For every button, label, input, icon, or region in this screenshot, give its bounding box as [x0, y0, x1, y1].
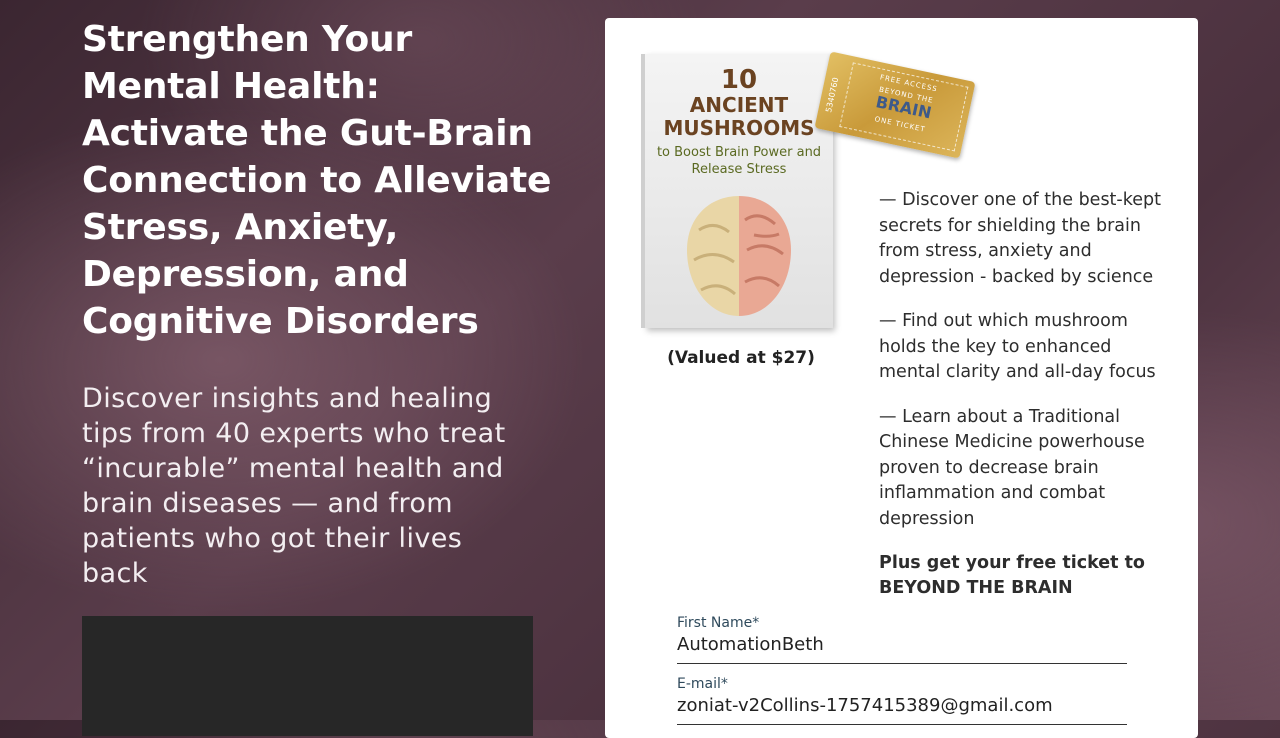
email-field: E-mail*	[677, 676, 1127, 725]
hero-section: Strengthen Your Mental Health: Activate …	[82, 16, 552, 591]
book-subtitle: to Boost Brain Power and Release Stress	[656, 145, 822, 177]
first-name-input[interactable]	[677, 631, 1127, 664]
page-headline: Strengthen Your Mental Health: Activate …	[82, 19, 552, 342]
email-input[interactable]	[677, 692, 1127, 725]
benefit-item: — Find out which mushroom holds the key …	[879, 311, 1156, 382]
bonus-ticket-text: Plus get your free ticket to BEYOND THE …	[879, 553, 1145, 598]
benefits-list: — Discover one of the best-kept secrets …	[879, 188, 1174, 601]
ebook-cover-image: 10 ANCIENT MUSHROOMS to Boost Brain Powe…	[645, 54, 833, 328]
book-title: ANCIENT MUSHROOMS	[663, 93, 815, 140]
page-subheadline: Discover insights and healing tips from …	[82, 383, 506, 589]
offer-value-label: (Valued at $27)	[667, 348, 815, 368]
benefit-item: — Learn about a Traditional Chinese Medi…	[879, 406, 1145, 529]
ticket-serial: 5340760	[824, 76, 841, 114]
book-number: 10	[720, 65, 758, 95]
brain-mushroom-icon	[687, 196, 791, 316]
first-name-label: First Name*	[677, 615, 760, 631]
video-player[interactable]	[82, 616, 533, 736]
benefit-item: — Discover one of the best-kept secrets …	[879, 190, 1161, 287]
first-name-field: First Name*	[677, 615, 1127, 664]
signup-card: 10 ANCIENT MUSHROOMS to Boost Brain Powe…	[605, 18, 1198, 738]
event-ticket-image: 5340760 FREE ACCESS BEYOND THE BRAIN ONE…	[814, 51, 976, 159]
email-label: E-mail*	[677, 676, 728, 692]
